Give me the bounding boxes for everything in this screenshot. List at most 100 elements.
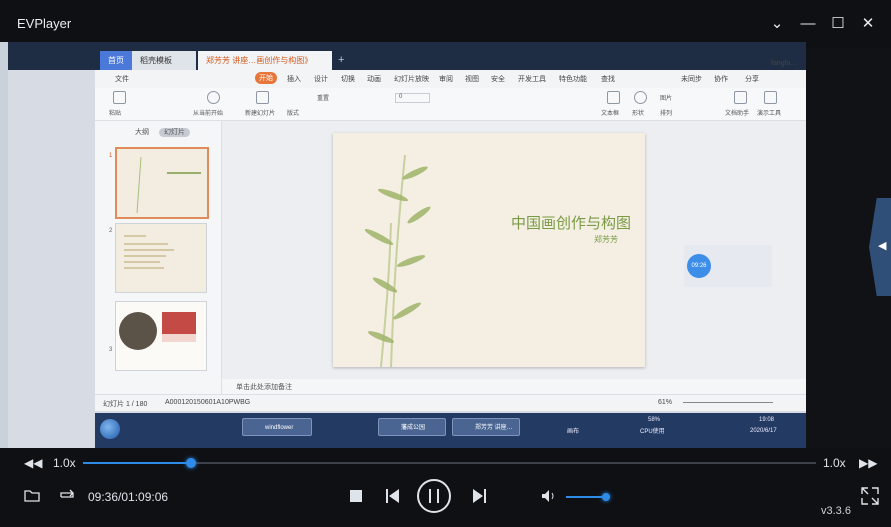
- panel-tabs: 大纲 幻灯片: [135, 127, 190, 137]
- ribbon-layout[interactable]: 版式: [287, 108, 299, 117]
- slide-title: 中国画创作与构图: [511, 214, 632, 232]
- taskbar-item-windflower[interactable]: windflower: [242, 418, 312, 436]
- menu-slideshow[interactable]: 幻灯片放映: [394, 74, 429, 84]
- volume-handle[interactable]: [601, 493, 610, 501]
- painting-thumb-graphic: [119, 312, 196, 350]
- tray-date[interactable]: 2020/6/17: [750, 428, 777, 434]
- maximize-button[interactable]: ☐: [829, 15, 847, 33]
- menu-design[interactable]: 设计: [314, 74, 328, 84]
- notes-placeholder: 单击此处添加备注: [236, 384, 292, 391]
- wps-ribbon: 粘贴 从当前开始 新建幻灯片 版式 重置 0 文本框 形状 图片 排列 文档助手…: [95, 88, 806, 121]
- slide-thumbnail-1[interactable]: [115, 147, 209, 219]
- presentation-tools-icon[interactable]: [764, 91, 777, 104]
- doc-assistant-icon[interactable]: [734, 91, 747, 104]
- speed-right[interactable]: 1.0x: [823, 456, 846, 470]
- volume-fill: [566, 496, 606, 498]
- stop-button[interactable]: [350, 490, 362, 502]
- current-slide[interactable]: 中国画创作与构图 郑芳芳: [333, 133, 645, 367]
- tab-template[interactable]: 稻壳模板: [132, 51, 196, 70]
- previous-button[interactable]: [386, 488, 400, 509]
- shape-icon[interactable]: [634, 91, 647, 104]
- menu-share[interactable]: 分享: [745, 74, 759, 84]
- wps-tab-bar: 首页 稻壳模板 郑芳芳 讲座…画创作与构图》 +: [8, 42, 806, 70]
- ribbon-textbox[interactable]: 文本框: [601, 108, 619, 117]
- slide-thumbnail-3[interactable]: [115, 301, 207, 371]
- menu-features[interactable]: 特色功能: [559, 74, 587, 84]
- add-tab-icon[interactable]: +: [338, 54, 344, 66]
- volume-track[interactable]: [566, 493, 610, 501]
- player-controls: ◀◀ 1.0x 1.0x ▶▶ 09:36/01:09:06 v3.3.6: [0, 448, 891, 527]
- close-button[interactable]: ✕: [859, 15, 877, 33]
- next-button[interactable]: [472, 488, 486, 509]
- progress-handle[interactable]: [186, 458, 197, 468]
- version-label: v3.3.6: [821, 505, 851, 517]
- menu-sync[interactable]: 未同步: [681, 74, 702, 84]
- tray-cpu-label: CPU使用: [640, 429, 665, 435]
- notes-bar[interactable]: 单击此处添加备注: [222, 379, 806, 394]
- menu-animation[interactable]: 动画: [367, 74, 381, 84]
- ribbon-arrange[interactable]: 排列: [660, 108, 672, 117]
- ribbon-reset[interactable]: 重置: [317, 93, 329, 102]
- volume-icon[interactable]: [541, 489, 557, 508]
- menu-review[interactable]: 审阅: [439, 74, 453, 84]
- tray-time[interactable]: 19:08: [759, 417, 774, 423]
- paste-icon[interactable]: [113, 91, 126, 104]
- textbox-icon[interactable]: [607, 91, 620, 104]
- wps-status-bar: 幻灯片 1 / 180 A000120150601A10PWBG 61%: [95, 394, 806, 411]
- ribbon-doc-assistant[interactable]: 文档助手: [725, 108, 749, 117]
- menu-view[interactable]: 视图: [465, 74, 479, 84]
- timer-bubble: 09:26: [684, 245, 772, 287]
- bamboo-illustration: [364, 154, 431, 367]
- taskbar-item-wps[interactable]: 郑芳芳 讲座…: [452, 418, 520, 436]
- loop-icon[interactable]: [58, 488, 76, 507]
- side-panel-toggle[interactable]: ◀: [869, 198, 891, 296]
- pause-button[interactable]: [417, 479, 451, 513]
- speed-left[interactable]: 1.0x: [53, 456, 76, 470]
- wps-menu-bar: 文件 开始 插入 设计 切换 动画 幻灯片放映 审阅 视图 安全 开发工具 特色…: [95, 60, 806, 88]
- menu-home[interactable]: 开始: [255, 72, 277, 84]
- ribbon-from-current[interactable]: 从当前开始: [193, 108, 223, 117]
- menu-security[interactable]: 安全: [491, 74, 505, 84]
- play-from-current-icon[interactable]: [207, 91, 220, 104]
- timer-value[interactable]: 09:26: [687, 254, 711, 278]
- tab-slides[interactable]: 幻灯片: [159, 128, 190, 137]
- menu-collab[interactable]: 协作: [714, 74, 728, 84]
- ribbon-presentation-tools[interactable]: 演示工具: [757, 108, 781, 117]
- zoom-slider[interactable]: [683, 402, 773, 403]
- windows-start-icon[interactable]: [100, 419, 120, 439]
- tab-document[interactable]: 郑芳芳 讲座…画创作与构图》: [198, 51, 332, 70]
- fullscreen-icon[interactable]: [860, 486, 880, 511]
- menu-transition[interactable]: 切换: [341, 74, 355, 84]
- slide-number-2: 2: [109, 228, 113, 234]
- ribbon-picture[interactable]: 图片: [660, 93, 672, 102]
- tray-ime[interactable]: 画布: [567, 426, 579, 435]
- font-size-field[interactable]: 0: [395, 93, 430, 103]
- video-frame[interactable]: 首页 稻壳模板 郑芳芳 讲座…画创作与构图》 + 文件 开始 插入 设计 切换 …: [8, 42, 806, 448]
- slide-count: 幻灯片 1 / 180: [103, 401, 148, 408]
- title-bar: EVPlayer ⌄ — ☐ ✕: [0, 0, 891, 48]
- slide-thumbnail-2[interactable]: [115, 223, 207, 293]
- menu-search[interactable]: 查找: [601, 74, 615, 84]
- chevron-down-icon[interactable]: ⌄: [768, 15, 786, 33]
- tab-outline[interactable]: 大纲: [135, 129, 149, 136]
- theme-name: A000120150601A10PWBG: [165, 399, 251, 406]
- menu-developer[interactable]: 开发工具: [518, 74, 546, 84]
- new-slide-icon[interactable]: [256, 91, 269, 104]
- minimize-button[interactable]: —: [799, 15, 817, 33]
- slide-number-1: 1: [109, 153, 113, 159]
- rewind-icon[interactable]: ◀◀: [24, 456, 42, 470]
- slide-panel: 大纲幻灯片 1 2 3 +: [95, 121, 222, 409]
- menu-file[interactable]: 文件: [115, 74, 129, 84]
- folder-icon[interactable]: [24, 488, 40, 507]
- bamboo-thumb-graphic: [136, 156, 201, 214]
- zoom-level: 61%: [658, 399, 673, 406]
- taskbar-item-park[interactable]: 藩成公园: [378, 418, 446, 436]
- menu-insert[interactable]: 插入: [287, 74, 301, 84]
- ribbon-paste[interactable]: 粘贴: [109, 108, 121, 117]
- ribbon-shape[interactable]: 形状: [632, 108, 644, 117]
- ribbon-new-slide[interactable]: 新建幻灯片: [245, 108, 275, 117]
- progress-track[interactable]: [83, 458, 816, 468]
- fast-forward-icon[interactable]: ▶▶: [859, 456, 877, 470]
- playback-time: 09:36/01:09:06: [88, 490, 169, 504]
- user-name: fangfa…: [771, 60, 798, 67]
